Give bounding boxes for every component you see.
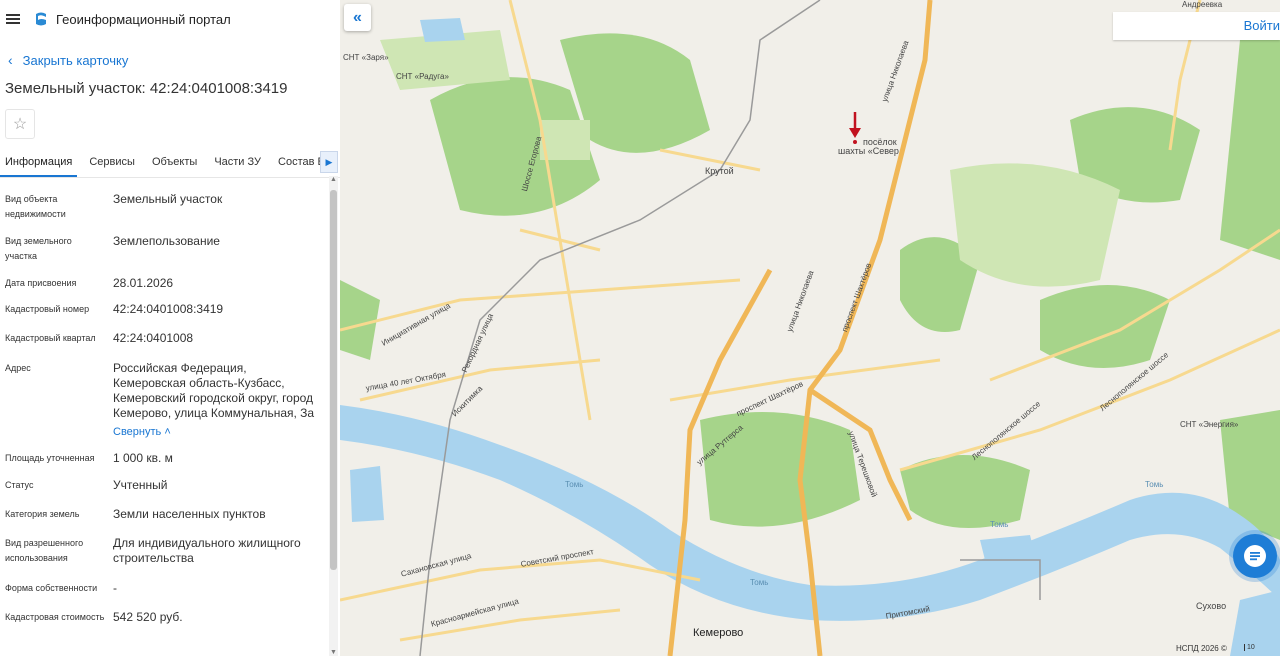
attr-label: Форма собственности [5,583,98,593]
login-bar: Войти [1113,12,1280,40]
address-collapse-link[interactable]: Свернуть ˄ [113,425,318,440]
double-chevron-left-icon: « [353,8,362,26]
tab-information[interactable]: Информация [0,151,78,177]
scroll-up-icon[interactable]: ▲ [329,176,338,183]
chevron-left-icon: ‹ [8,52,13,68]
attr-label: Вид земельного участка [5,236,72,261]
favorite-star-icon[interactable]: ☆ [5,109,35,139]
attr-value: 28.01.2026 [113,276,174,290]
map-label: Крутой [705,166,734,176]
attr-label: Вид объекта недвижимости [5,194,66,219]
map-label: Томь [1145,480,1164,489]
attr-value: - [113,581,117,595]
attr-label: Адрес [5,363,31,373]
login-button[interactable]: Войти [1244,18,1280,33]
attr-label: Вид разрешенного использования [5,538,84,563]
tab-services[interactable]: Сервисы [84,151,140,177]
attr-label: Кадастровый номер [5,304,90,314]
attr-label: Дата присвоения [5,278,77,288]
attr-value: Для индивидуального жилищного строительс… [113,536,301,565]
attr-label: Кадастровый квартал [5,333,96,343]
attr-label: Площадь уточненная [5,453,95,463]
map-scale: 10 [1244,644,1255,651]
attr-label: Кадастровая стоимость [5,612,105,622]
map-label: Сухово [1196,601,1227,611]
card-title: Земельный участок: 42:24:0401008:3419 [5,80,288,97]
chevron-up-icon: ˄ [164,426,171,438]
map-label: СНТ «Энергия» [1180,420,1239,429]
attr-label: Категория земель [5,509,80,519]
attr-value: Земельный участок [113,192,223,206]
tab-land-parts[interactable]: Части ЗУ [209,151,266,177]
map-label: Томь [750,578,769,587]
scroll-thumb[interactable] [330,190,337,570]
tabs-next-arrow-icon[interactable]: ▶ [320,151,338,173]
menu-icon[interactable] [6,14,20,24]
attr-value: 1 000 кв. м [113,451,173,465]
object-card-panel: Геоинформационный портал ‹ Закрыть карто… [0,0,341,656]
attr-value: 42:24:0401008 [113,331,194,345]
map-label: шахты «Север [838,146,899,156]
attr-value: 42:24:0401008:3419 [113,302,224,316]
map-label: Кемерово [693,627,744,639]
close-card-label: Закрыть карточку [22,52,129,68]
attr-value: Учтенный [113,478,168,492]
attr-value: 542 520 руб. [113,610,183,624]
close-card-link[interactable]: ‹ Закрыть карточку [8,52,340,68]
card-tabs: Информация Сервисы Объекты Части ЗУ Сост… [0,151,340,178]
portal-logo-icon [36,12,46,26]
app-header: Геоинформационный портал [0,0,340,38]
parcel-marker[interactable] [849,112,861,144]
map-label: СНТ «Заря» [343,53,389,62]
map-label: Томь [990,520,1009,529]
map-copyright: НСПД 2026 © [1176,644,1227,653]
chat-button[interactable] [1233,534,1277,578]
map-label: СНТ «Радуга» [396,72,449,81]
map-label: Андреевка [1182,0,1223,9]
panel-scrollbar[interactable]: ▲ ▼ [329,176,338,656]
map-label: Томь [565,480,584,489]
attr-value: Российская Федерация, Кемеровская област… [113,361,315,420]
attr-value: Земли населенных пунктов [113,507,266,521]
attr-value: Землепользование [113,234,220,248]
chat-icon [1244,545,1266,567]
attr-label: Статус [5,480,34,490]
tab-objects[interactable]: Объекты [147,151,202,177]
collapse-label: Свернуть [113,426,162,438]
scroll-down-icon[interactable]: ▼ [329,649,338,656]
map-view[interactable]: СНТ «Заря» СНТ «Радуга» Андреевка посёло… [340,0,1280,656]
collapse-panel-button[interactable]: « [344,4,371,31]
app-title: Геоинформационный портал [56,11,231,27]
